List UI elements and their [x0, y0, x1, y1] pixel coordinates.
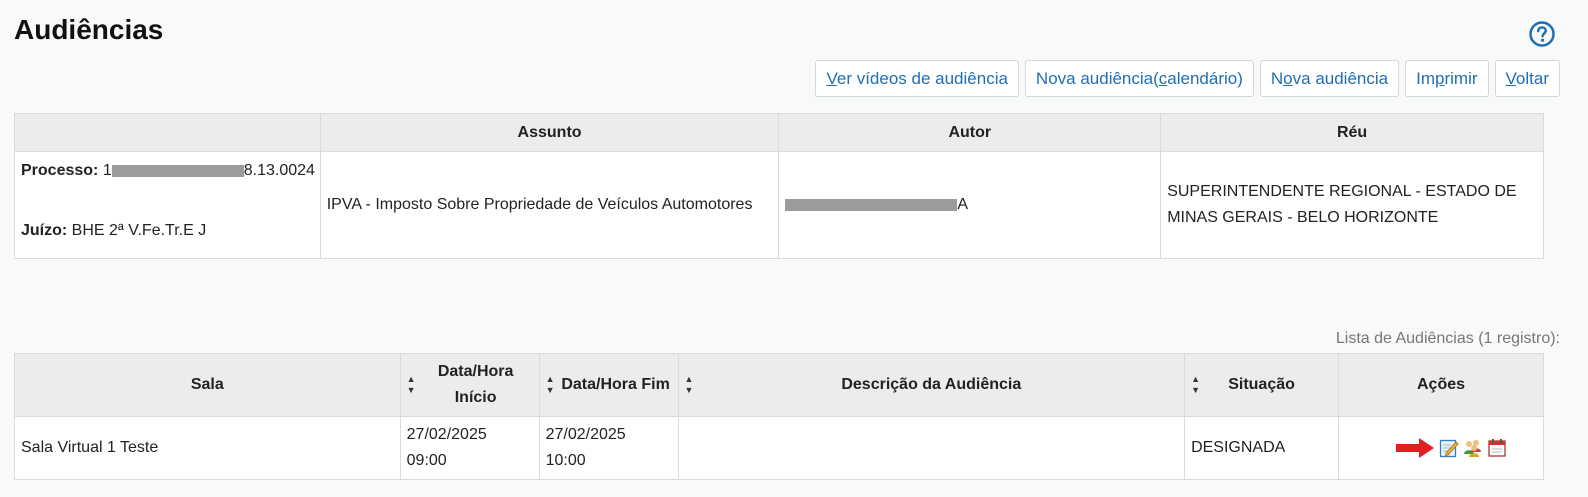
actions-group	[1345, 437, 1537, 459]
situacao-header-label: Situação	[1228, 376, 1295, 393]
sort-icon[interactable]: ▲ ▼	[1191, 374, 1200, 396]
imprimir-button[interactable]: Imprimir	[1405, 60, 1489, 97]
acoes-header: Ações	[1338, 353, 1544, 417]
autor-redaction	[785, 198, 958, 211]
assunto-cell: IPVA - Imposto Sobre Propriedade de Veíc…	[319, 151, 780, 259]
sort-asc-desc-icon[interactable]: ▲ ▼	[407, 374, 416, 396]
participants-icon[interactable]	[1463, 438, 1483, 458]
sala-header: Sala	[14, 353, 401, 417]
sort-icon[interactable]: ▲ ▼	[546, 374, 555, 396]
page: Audiências Ver vídeos de audiência Nova …	[0, 0, 1588, 497]
processo-cell: Processo: 1 8.13.0024 Juízo: BHE 2ª V.Fe.…	[14, 151, 321, 259]
situacao-cell: DESIGNADA	[1184, 416, 1340, 480]
juizo-line: Juízo: BHE 2ª V.Fe.Tr.E J	[21, 218, 206, 244]
nova-audiencia-button[interactable]: Nova audiência	[1259, 60, 1400, 97]
inicio-header-line2: Início	[454, 389, 497, 406]
inicio-date: 27/02/2025	[406, 426, 487, 443]
descricao-header-label: Descrição da Audiência	[841, 376, 1022, 393]
juizo-value: BHE 2ª V.Fe.Tr.E J	[71, 222, 207, 239]
calendar-icon[interactable]	[1487, 438, 1507, 458]
processo-label: Processo:	[21, 162, 99, 179]
descricao-cell	[677, 416, 1186, 480]
process-info-table: Assunto Autor Réu Processo: 1 8.13.0024 J…	[14, 113, 1544, 259]
autor-header: Autor	[778, 113, 1162, 152]
sort-icon[interactable]: ▲ ▼	[685, 374, 694, 396]
process-info-row: Processo: 1 8.13.0024 Juízo: BHE 2ª V.Fe.…	[14, 151, 1544, 259]
fim-cell: 27/02/2025 10:00	[538, 416, 679, 480]
acoes-cell	[1338, 416, 1544, 480]
process-header-empty	[14, 113, 321, 152]
sala-cell: Sala Virtual 1 Teste	[14, 416, 401, 480]
processo-redaction	[111, 164, 244, 177]
nova-audiencia-calendario-button[interactable]: Nova audiência(calendário)	[1024, 60, 1254, 97]
processo-suffix: 8.13.0024	[243, 162, 315, 179]
reu-header: Réu	[1160, 113, 1544, 152]
ver-videos-button[interactable]: Ver vídeos de audiência	[815, 60, 1019, 97]
autor-suffix: A	[957, 196, 969, 213]
juizo-label: Juízo:	[21, 222, 68, 239]
fim-date: 27/02/2025	[545, 426, 626, 443]
inicio-header-line1: Data/Hora	[437, 363, 514, 380]
descricao-header[interactable]: ▲ ▼ Descrição da Audiência	[677, 353, 1186, 417]
situacao-header[interactable]: ▲ ▼ Situação	[1184, 353, 1340, 417]
process-info-header-row: Assunto Autor Réu	[14, 113, 1544, 152]
red-arrow-icon	[1396, 438, 1434, 458]
page-title: Audiências	[14, 14, 164, 45]
toolbar: Ver vídeos de audiência Nova audiência(c…	[815, 60, 1560, 97]
inicio-cell: 27/02/2025 09:00	[399, 416, 540, 480]
assunto-header: Assunto	[319, 113, 780, 152]
fim-header[interactable]: ▲ ▼ Data/Hora Fim	[538, 353, 679, 417]
fim-header-label: Data/Hora Fim	[561, 376, 670, 393]
reu-cell: SUPERINTENDENTE REGIONAL - ESTADO DE MIN…	[1160, 151, 1544, 259]
inicio-header[interactable]: ▲ ▼ Data/Hora Início	[399, 353, 540, 417]
hearings-header-row: Sala ▲ ▼ Data/Hora Início ▲ ▼ Data/Hora Fi…	[14, 353, 1544, 417]
hearings-count-label: Lista de Audiências (1 registro):	[1335, 330, 1560, 347]
processo-line: Processo: 1 8.13.0024	[21, 158, 315, 184]
table-row: Sala Virtual 1 Teste 27/02/2025 09:00 27…	[14, 416, 1544, 480]
inicio-header-label: Data/Hora Início	[402, 359, 538, 411]
help-circle-icon[interactable]	[1528, 20, 1556, 48]
voltar-button[interactable]: Voltar	[1494, 60, 1560, 97]
autor-cell: A	[778, 151, 1162, 259]
hearings-table: Sala ▲ ▼ Data/Hora Início ▲ ▼ Data/Hora Fi…	[14, 353, 1544, 480]
processo-prefix: 1	[102, 162, 112, 179]
edit-note-icon[interactable]	[1439, 438, 1459, 458]
fim-time: 10:00	[545, 452, 586, 469]
inicio-time: 09:00	[406, 452, 447, 469]
